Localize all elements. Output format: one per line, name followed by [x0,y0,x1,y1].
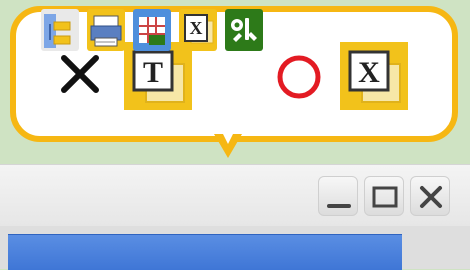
close-all-icon: X [340,42,408,110]
correct-mark-icon [277,55,321,99]
text-icon-glyph: T [143,56,163,89]
close-icon [420,186,442,208]
tools-icon[interactable] [224,8,264,52]
close-all-toolbar-icon[interactable]: X [178,8,218,52]
text-icon: T [124,42,192,110]
incorrect-mark-icon [61,55,99,93]
content-panel [8,234,402,270]
close-all-toolbar-glyph: X [190,18,203,38]
maximize-icon [372,186,398,208]
maximize-button[interactable] [364,176,404,216]
callout-tail-inner [220,128,236,144]
print-icon[interactable] [86,8,126,52]
minimize-button[interactable] [318,176,358,216]
grid-icon[interactable] [132,8,172,52]
tree-icon[interactable] [40,8,80,52]
minimize-icon [327,204,351,208]
close-button[interactable] [410,176,450,216]
close-all-icon-glyph: X [358,56,380,89]
